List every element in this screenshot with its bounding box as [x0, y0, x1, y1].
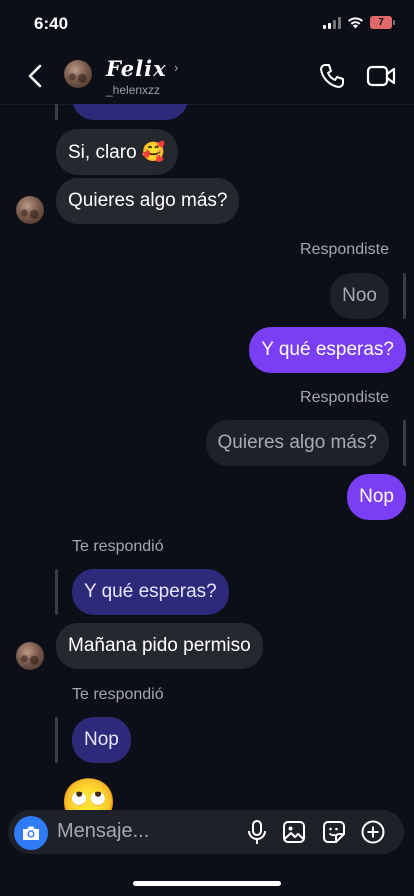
- contact-username[interactable]: _helenxzz: [106, 83, 160, 97]
- contact-name[interactable]: Felix: [106, 56, 167, 81]
- reply-label: Te respondió: [72, 686, 164, 703]
- microphone-icon[interactable]: [244, 818, 270, 846]
- reply-label: Te respondió: [72, 538, 164, 555]
- message-text: Y qué esperas?: [261, 339, 394, 360]
- sticker-icon[interactable]: [321, 818, 347, 846]
- message-bubble-outgoing[interactable]: Nop: [347, 474, 406, 520]
- battery-level: 7: [378, 17, 384, 28]
- message-bubble-incoming[interactable]: Quieres algo más?: [56, 178, 240, 224]
- quoted-text: Noo: [342, 285, 377, 306]
- video-call-icon[interactable]: [366, 64, 396, 88]
- reply-bar: [55, 569, 58, 615]
- signal-icon: [323, 16, 341, 29]
- status-time: 6:40: [34, 14, 69, 33]
- message-text: Mañana pido permiso: [68, 635, 251, 656]
- reply-bar: [403, 420, 406, 466]
- reply-bar: [55, 717, 58, 763]
- reply-bar: [55, 104, 58, 120]
- contact-avatar[interactable]: [64, 60, 92, 88]
- replied-to-bubble[interactable]: Nop: [72, 717, 131, 763]
- message-input[interactable]: Mensaje...: [57, 820, 149, 843]
- message-bubble-incoming[interactable]: Mañana pido permiso: [56, 623, 263, 669]
- replied-to-bubble[interactable]: Y qué esperas?: [72, 569, 229, 615]
- header-divider: [0, 104, 414, 105]
- chevron-right-icon[interactable]: ›: [174, 60, 178, 75]
- replied-to-bubble[interactable]: Quieres algo más?: [205, 420, 389, 466]
- message-text: Si, claro 🥰: [68, 142, 166, 163]
- message-text: Quieres algo más?: [68, 190, 228, 211]
- replied-to-bubble[interactable]: Noo: [330, 273, 389, 319]
- message-bubble-outgoing[interactable]: Y qué esperas?: [249, 327, 406, 373]
- reply-label: Respondiste: [300, 241, 389, 258]
- quoted-text: Nop: [84, 729, 119, 750]
- wifi-icon: [348, 17, 363, 29]
- home-indicator[interactable]: [133, 881, 281, 886]
- sender-avatar[interactable]: [16, 196, 44, 224]
- phone-icon[interactable]: [318, 62, 346, 90]
- message-bubble-incoming[interactable]: Si, claro 🥰: [56, 129, 178, 175]
- battery-icon: 7: [370, 16, 395, 29]
- camera-button[interactable]: [14, 816, 48, 850]
- back-arrow-icon[interactable]: [24, 62, 48, 90]
- gallery-icon[interactable]: [281, 818, 307, 846]
- status-icons: 7: [323, 16, 395, 29]
- sender-avatar[interactable]: [16, 642, 44, 670]
- quoted-text: Y qué esperas?: [84, 581, 217, 602]
- reply-label: Respondiste: [300, 389, 389, 406]
- reply-bar: [403, 273, 406, 319]
- add-icon[interactable]: [360, 818, 386, 846]
- message-text: Nop: [359, 486, 394, 507]
- camera-icon: [23, 826, 39, 840]
- quoted-text: Quieres algo más?: [217, 432, 377, 453]
